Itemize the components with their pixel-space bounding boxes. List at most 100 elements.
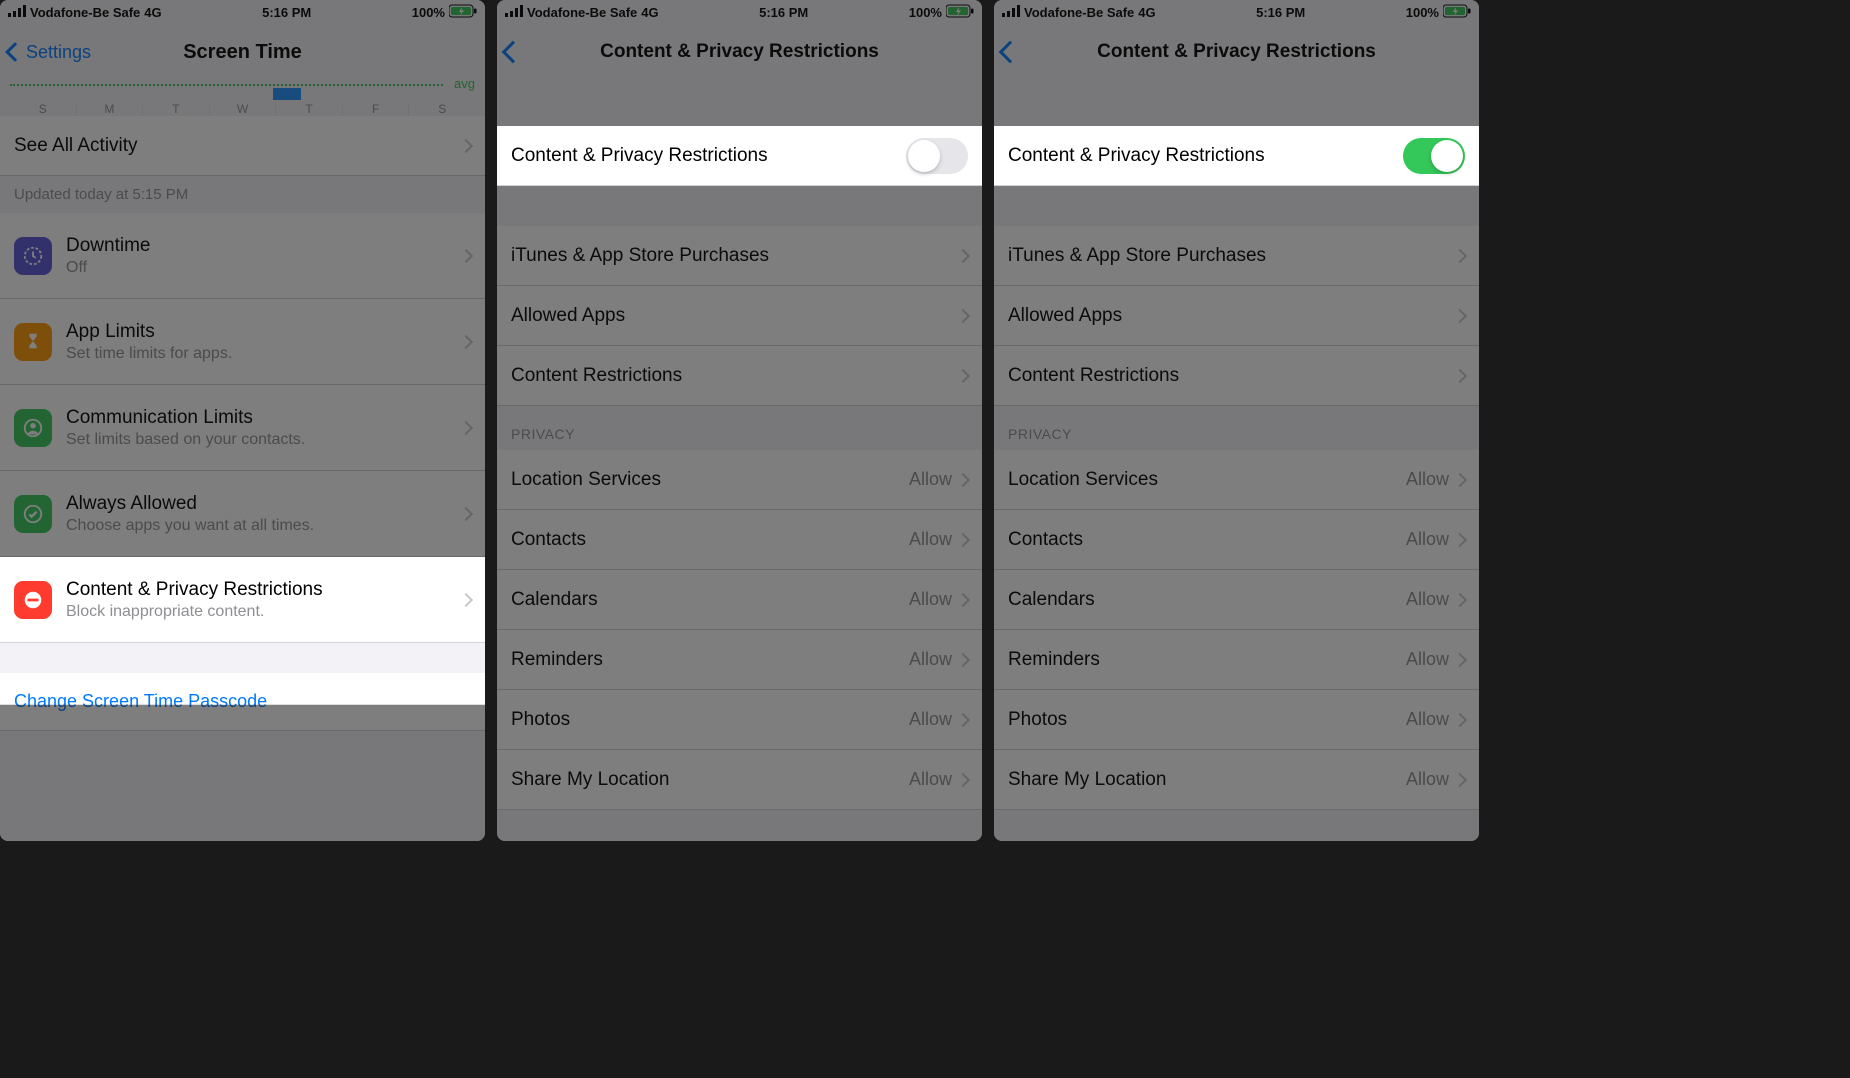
restrictions-toggle-row[interactable]: Content & Privacy Restrictions bbox=[994, 126, 1479, 186]
row-title: Communication Limits bbox=[66, 407, 461, 429]
chevron-left-icon bbox=[999, 41, 1022, 64]
privacy-row[interactable]: RemindersAllow bbox=[994, 630, 1479, 690]
row-title: Share My Location bbox=[511, 769, 909, 791]
restriction-row[interactable]: Allowed Apps bbox=[994, 286, 1479, 346]
row-value: Allow bbox=[909, 589, 952, 610]
privacy-row[interactable]: ContactsAllow bbox=[994, 510, 1479, 570]
row-subtitle: Choose apps you want at all times. bbox=[66, 517, 461, 535]
back-button[interactable]: Settings bbox=[8, 42, 91, 63]
row-icon bbox=[14, 495, 52, 533]
row-value: Allow bbox=[1406, 529, 1449, 550]
chevron-right-icon bbox=[956, 532, 970, 546]
privacy-row[interactable]: PhotosAllow bbox=[497, 690, 982, 750]
network-label: 4G bbox=[641, 5, 658, 20]
see-all-activity-row[interactable]: See All Activity bbox=[0, 116, 485, 176]
updated-label: Updated today at 5:15 PM bbox=[0, 176, 485, 213]
row-value: Allow bbox=[1406, 649, 1449, 670]
row-title: Contacts bbox=[1008, 529, 1406, 551]
battery-icon bbox=[1443, 4, 1471, 21]
screen-time-row[interactable]: Always Allowed Choose apps you want at al… bbox=[0, 471, 485, 557]
battery-icon bbox=[946, 4, 974, 21]
nav-bar: Content & Privacy Restrictions bbox=[497, 24, 982, 80]
back-button[interactable] bbox=[505, 44, 525, 60]
status-time: 5:16 PM bbox=[759, 5, 808, 20]
row-title: iTunes & App Store Purchases bbox=[511, 245, 958, 267]
chevron-right-icon bbox=[956, 472, 970, 486]
day-label: T bbox=[276, 102, 343, 116]
privacy-row[interactable]: RemindersAllow bbox=[497, 630, 982, 690]
chevron-right-icon bbox=[956, 368, 970, 382]
toggle-label: Content & Privacy Restrictions bbox=[1008, 145, 1403, 167]
battery-pct: 100% bbox=[909, 5, 942, 20]
row-title: Content Restrictions bbox=[1008, 365, 1455, 387]
day-label: M bbox=[77, 102, 144, 116]
change-passcode-row[interactable]: Change Screen Time Passcode bbox=[0, 673, 485, 731]
row-value: Allow bbox=[1406, 709, 1449, 730]
row-value: Allow bbox=[909, 649, 952, 670]
status-time: 5:16 PM bbox=[262, 5, 311, 20]
row-icon bbox=[14, 581, 52, 619]
page-title: Content & Privacy Restrictions bbox=[497, 41, 982, 63]
restrictions-toggle[interactable] bbox=[906, 138, 968, 174]
chevron-right-icon bbox=[459, 592, 473, 606]
restrictions-toggle[interactable] bbox=[1403, 138, 1465, 174]
screen-time-row[interactable]: App LimitsSet time limits for apps. bbox=[0, 299, 485, 385]
screen-time-row[interactable]: Content & Privacy RestrictionsBlock inap… bbox=[0, 557, 485, 643]
day-label: S bbox=[10, 102, 77, 116]
privacy-row[interactable]: Location ServicesAllow bbox=[497, 450, 982, 510]
row-value: Allow bbox=[909, 529, 952, 550]
status-bar: Vodafone-Be Safe 4G 5:16 PM 100% bbox=[497, 0, 982, 24]
screen-time-row[interactable]: DowntimeOff bbox=[0, 213, 485, 299]
privacy-row[interactable]: CalendarsAllow bbox=[497, 570, 982, 630]
toggle-label: Content & Privacy Restrictions bbox=[511, 145, 906, 167]
row-icon bbox=[14, 323, 52, 361]
restrictions-toggle-row[interactable]: Content & Privacy Restrictions bbox=[497, 126, 982, 186]
change-passcode-link[interactable]: Change Screen Time Passcode bbox=[14, 691, 267, 711]
restriction-row[interactable]: iTunes & App Store Purchases bbox=[497, 226, 982, 286]
back-button[interactable] bbox=[1002, 44, 1022, 60]
row-title: Always Allowed bbox=[66, 493, 461, 515]
row-title: Reminders bbox=[1008, 649, 1406, 671]
privacy-row[interactable]: ContactsAllow bbox=[497, 510, 982, 570]
privacy-row[interactable]: PhotosAllow bbox=[994, 690, 1479, 750]
chevron-right-icon bbox=[1453, 248, 1467, 262]
signal-icon bbox=[505, 5, 523, 20]
privacy-row[interactable]: Share My LocationAllow bbox=[497, 750, 982, 810]
chevron-right-icon bbox=[1453, 532, 1467, 546]
restriction-row[interactable]: Content Restrictions bbox=[497, 346, 982, 406]
restriction-row[interactable]: Allowed Apps bbox=[497, 286, 982, 346]
battery-icon bbox=[449, 4, 477, 21]
row-title: Photos bbox=[511, 709, 909, 731]
back-label: Settings bbox=[26, 42, 91, 63]
privacy-row[interactable]: CalendarsAllow bbox=[994, 570, 1479, 630]
chevron-right-icon bbox=[956, 772, 970, 786]
row-value: Allow bbox=[1406, 589, 1449, 610]
phone-restrictions-off: Vodafone-Be Safe 4G 5:16 PM 100% Content… bbox=[497, 0, 982, 841]
row-title: Contacts bbox=[511, 529, 909, 551]
privacy-row[interactable]: Location ServicesAllow bbox=[994, 450, 1479, 510]
restriction-row[interactable]: iTunes & App Store Purchases bbox=[994, 226, 1479, 286]
privacy-row[interactable]: Share My LocationAllow bbox=[994, 750, 1479, 810]
row-title: Calendars bbox=[511, 589, 909, 611]
usage-chart: avg S M T W T F S bbox=[10, 80, 475, 116]
signal-icon bbox=[1002, 5, 1020, 20]
row-title: Share My Location bbox=[1008, 769, 1406, 791]
restriction-row[interactable]: Content Restrictions bbox=[994, 346, 1479, 406]
row-title: iTunes & App Store Purchases bbox=[1008, 245, 1455, 267]
status-bar: Vodafone-Be Safe 4G 5:16 PM 100% bbox=[0, 0, 485, 24]
carrier-label: Vodafone-Be Safe bbox=[527, 5, 637, 20]
row-subtitle: Set limits based on your contacts. bbox=[66, 431, 461, 449]
status-time: 5:16 PM bbox=[1256, 5, 1305, 20]
row-value: Allow bbox=[1406, 469, 1449, 490]
chevron-right-icon bbox=[459, 420, 473, 434]
chevron-right-icon bbox=[956, 592, 970, 606]
row-subtitle: Set time limits for apps. bbox=[66, 345, 461, 363]
avg-label: avg bbox=[454, 76, 475, 91]
row-title: Content & Privacy Restrictions bbox=[66, 579, 461, 601]
network-label: 4G bbox=[144, 5, 161, 20]
chevron-left-icon bbox=[5, 42, 25, 62]
screen-time-row[interactable]: Communication Limits Set limits based on … bbox=[0, 385, 485, 471]
row-value: Allow bbox=[909, 709, 952, 730]
carrier-label: Vodafone-Be Safe bbox=[1024, 5, 1134, 20]
chevron-right-icon bbox=[459, 334, 473, 348]
